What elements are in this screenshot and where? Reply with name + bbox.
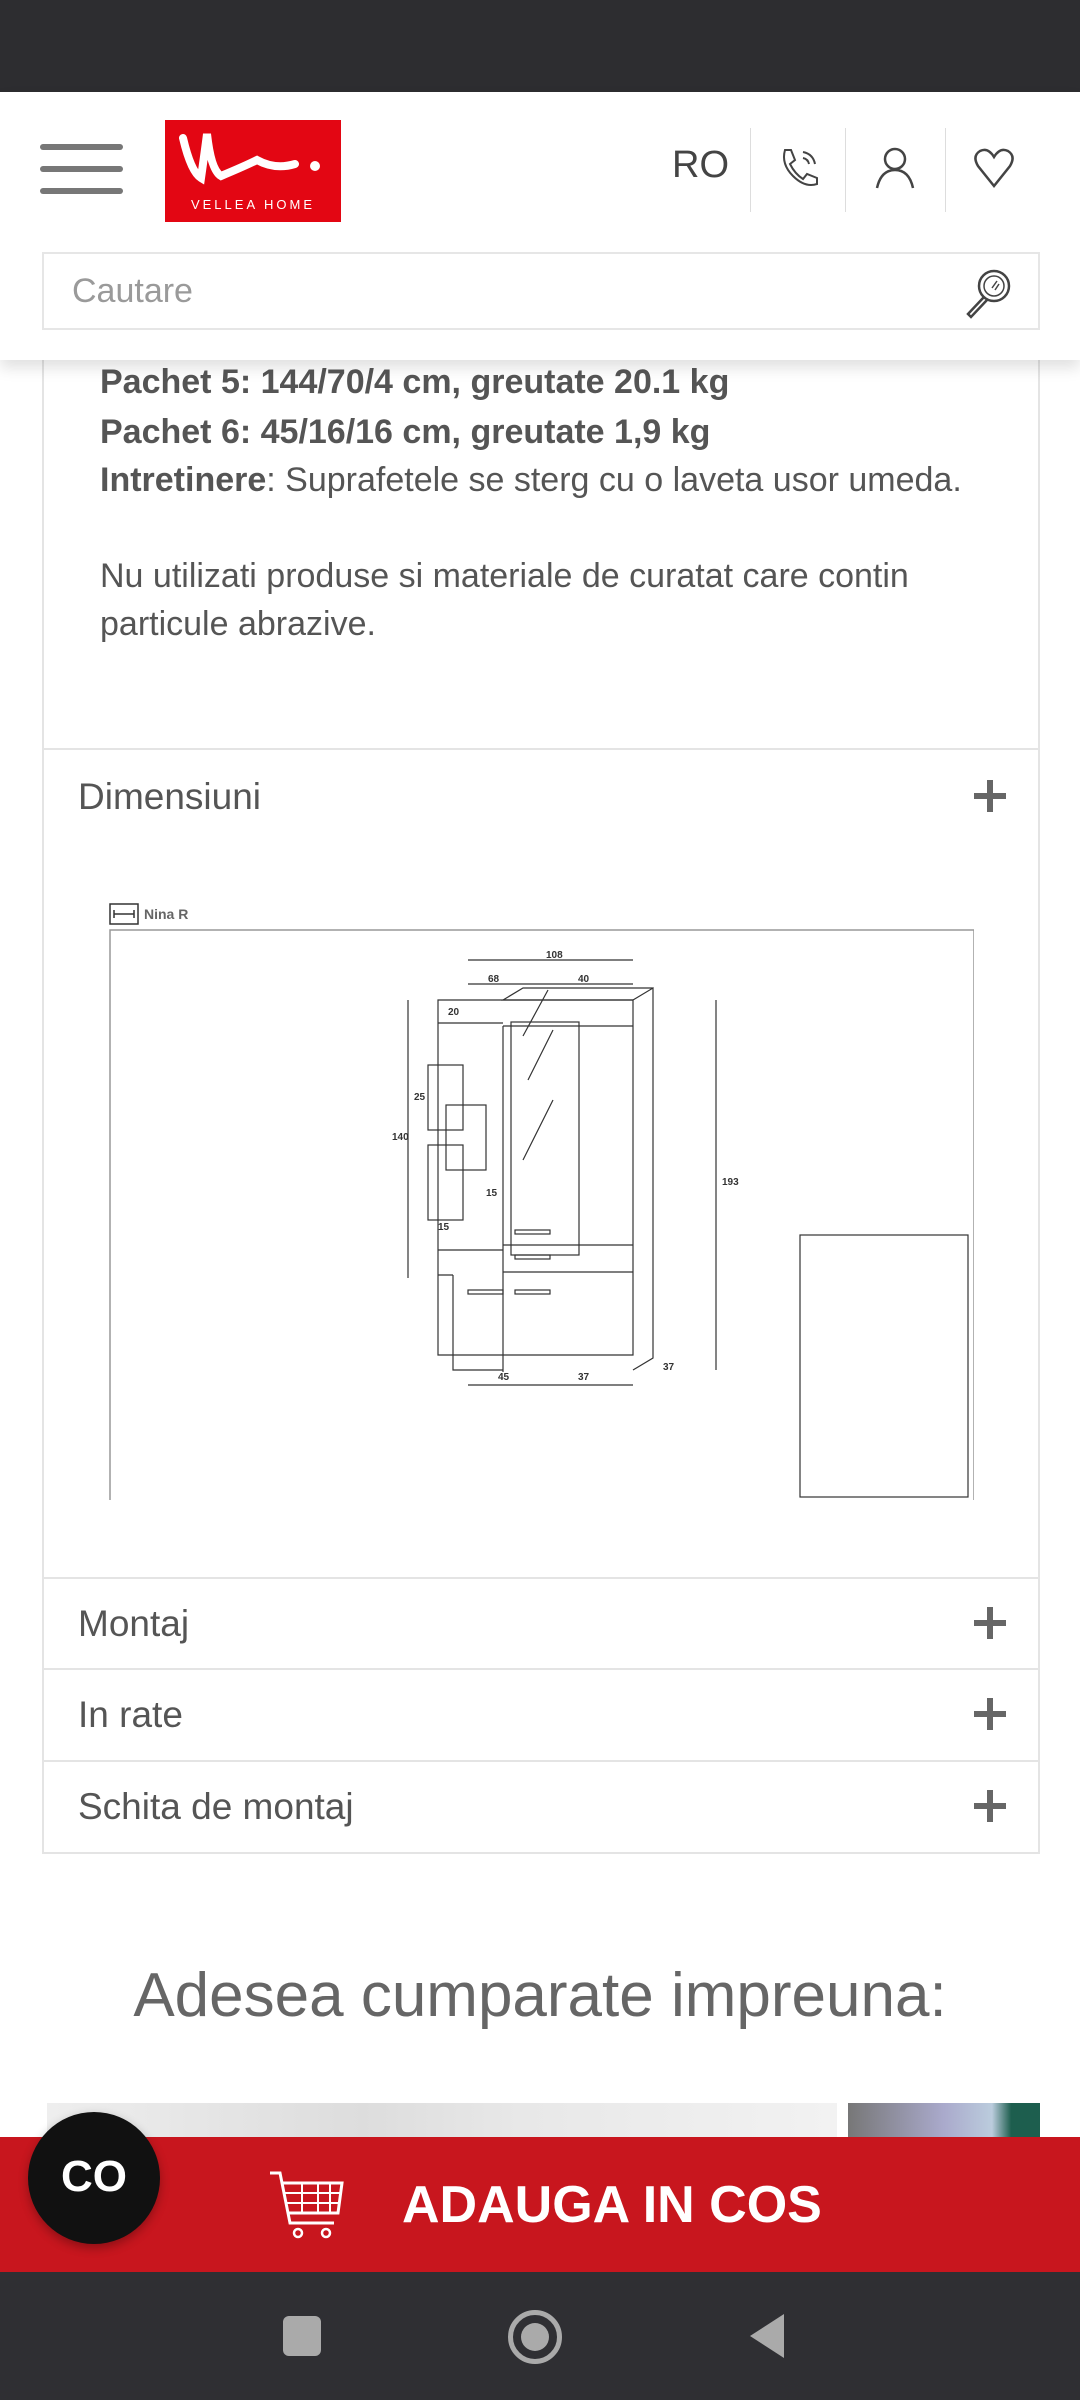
home-icon[interactable] [508, 2310, 562, 2364]
search-box [42, 252, 1040, 330]
search-input[interactable] [72, 272, 872, 311]
language-selector[interactable]: RO [672, 144, 729, 187]
dim-label: 108 [546, 950, 563, 961]
menu-icon[interactable] [40, 144, 125, 196]
back-icon[interactable] [748, 2312, 788, 2360]
dimensions-drawing: Nina R 108 68 40 20 25 140 193 15 15 45 … [109, 903, 974, 1500]
dim-label: 15 [486, 1188, 498, 1199]
accordion-label[interactable]: Dimensiuni [78, 776, 261, 818]
dim-label: 15 [438, 1222, 450, 1233]
status-bar [0, 0, 1080, 92]
dim-label: 193 [722, 1177, 739, 1188]
site-header: VELLEA HOME RO [0, 92, 1080, 360]
care-text: Intretinere: Suprafetele se sterg cu o l… [100, 456, 1020, 504]
chat-button[interactable]: CO [28, 2112, 160, 2244]
search-icon[interactable] [962, 266, 1014, 320]
divider [945, 128, 946, 212]
add-to-cart-label: ADAUGA IN COS [402, 2176, 822, 2234]
package-6: Pachet 6: 45/16/16 cm, greutate 1,9 kg [100, 413, 711, 451]
accordion-montaj[interactable]: Montaj [42, 1577, 1040, 1670]
drawing-title: Nina R [144, 906, 188, 922]
heart-icon[interactable] [970, 144, 1018, 192]
package-5: Pachet 5: 144/70/4 cm, greutate 20.1 kg [100, 363, 730, 401]
dim-label: 68 [488, 974, 500, 985]
dim-label: 20 [448, 1007, 460, 1018]
accordion-in-rate[interactable]: In rate [42, 1668, 1040, 1762]
accordion-label[interactable]: Montaj [78, 1603, 189, 1645]
related-heading: Adesea cumparate impreuna: [133, 1961, 947, 2030]
divider [750, 128, 751, 212]
plus-icon[interactable] [974, 1790, 1006, 1822]
accordion-dimensiuni: Dimensiuni Nina R 108 68 40 20 25 140 19… [42, 748, 1040, 1579]
logo[interactable]: VELLEA HOME [165, 120, 341, 222]
recents-icon[interactable] [283, 2316, 321, 2356]
description-panel: Pachet 5: 144/70/4 cm, greutate 20.1 kg … [42, 340, 1040, 750]
care-label: Intretinere [100, 461, 267, 499]
accordion-schita-de-montaj[interactable]: Schita de montaj [42, 1760, 1040, 1854]
accordion-label[interactable]: Schita de montaj [78, 1786, 354, 1828]
chat-label: CO [61, 2152, 127, 2201]
navigation-bar [0, 2272, 1080, 2400]
add-to-cart-button[interactable]: ADAUGA IN COS [0, 2137, 1080, 2272]
dim-label: 140 [392, 1132, 409, 1143]
cart-icon [270, 2171, 344, 2239]
dim-label: 45 [498, 1372, 510, 1383]
phone-icon[interactable] [775, 144, 823, 192]
warning-text: Nu utilizati produse si materiale de cur… [100, 557, 909, 643]
logo-text: VELLEA HOME [190, 197, 316, 212]
dim-label: 25 [414, 1092, 426, 1103]
care-body: : Suprafetele se sterg cu o laveta usor … [266, 461, 962, 499]
plus-icon[interactable] [974, 1698, 1006, 1730]
accordion-label[interactable]: In rate [78, 1694, 183, 1736]
plus-icon[interactable] [974, 780, 1006, 812]
divider [845, 128, 846, 212]
dim-label: 40 [578, 974, 590, 985]
plus-icon[interactable] [974, 1607, 1006, 1639]
user-icon[interactable] [871, 144, 919, 192]
dim-label: 37 [578, 1372, 590, 1383]
dim-label: 37 [663, 1362, 675, 1373]
